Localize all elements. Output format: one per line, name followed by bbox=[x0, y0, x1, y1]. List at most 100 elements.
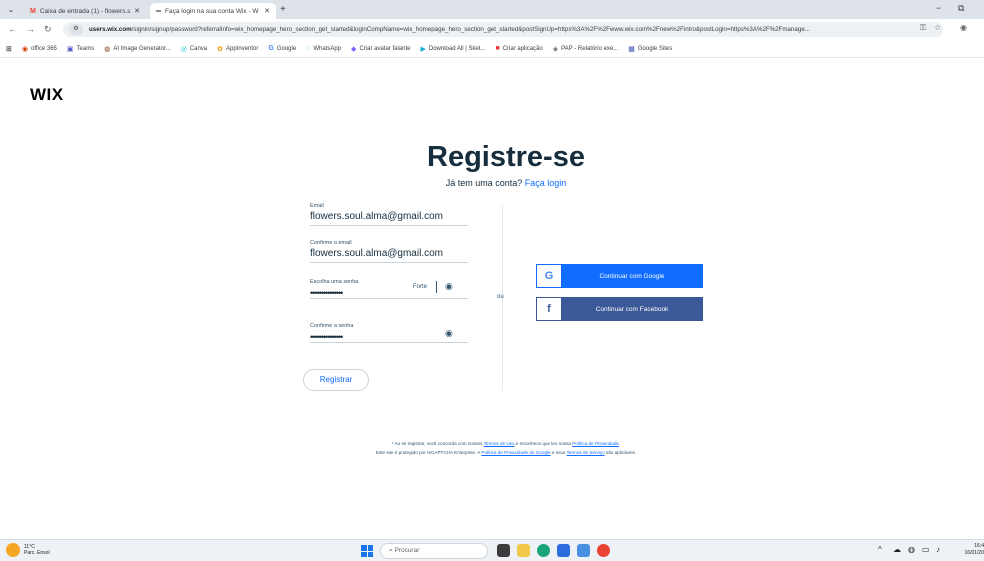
confirm-email-field[interactable]: Confirme o email flowers.soul.alma@gmail… bbox=[310, 240, 468, 263]
bookmarks-bar: ⊞ ◉ office 365 ▣ Teams ◍ AI Image Generator… bbox=[0, 40, 984, 58]
task-view-icon[interactable] bbox=[497, 544, 510, 557]
bookmark-whatsapp[interactable]: ◌ WhatsApp bbox=[306, 45, 341, 52]
canva-icon: ◎ bbox=[180, 45, 187, 53]
chrome-icon[interactable] bbox=[597, 544, 610, 557]
password-label: Escolha uma senha bbox=[310, 279, 359, 285]
apps-button[interactable]: ⊞ bbox=[6, 45, 12, 53]
address-bar[interactable]: ⚙ users.wix.com/signin/signup/password?r… bbox=[63, 22, 943, 37]
google-privacy-link[interactable]: Política de Privacidade do Google bbox=[481, 450, 550, 455]
google-icon: G bbox=[268, 45, 274, 52]
email-value: flowers.soul.alma@gmail.com bbox=[310, 211, 443, 222]
terms-notice: * Ao se registrar, você concorda com nos… bbox=[0, 441, 984, 446]
bookmark-criar-aplicacao[interactable]: ■ Criar aplicação bbox=[495, 45, 542, 52]
tab-title: Caixa de entrada (1) - flowers.s bbox=[39, 7, 131, 15]
restore-button[interactable]: ⧉ bbox=[958, 3, 964, 14]
tray-chevron-icon[interactable]: ^ bbox=[878, 545, 882, 554]
continue-with-facebook-button[interactable]: f Continuar com Facebook bbox=[536, 297, 703, 321]
register-button[interactable]: Registrar bbox=[303, 369, 369, 391]
bookmark-label: PAP - Relatório exe... bbox=[561, 45, 619, 52]
new-tab-button[interactable]: + bbox=[280, 4, 286, 16]
password-field[interactable]: Escolha uma senha ••••••••••••••• Forte … bbox=[310, 279, 468, 299]
edge-icon[interactable] bbox=[537, 544, 550, 557]
tab-search-menu-icon[interactable]: ⌄ bbox=[4, 4, 18, 16]
show-password-eye-icon[interactable]: ◉ bbox=[445, 281, 453, 292]
taskbar-search-placeholder: Procurar bbox=[394, 547, 420, 554]
password-strength: Forte bbox=[413, 284, 428, 290]
bookmark-office365[interactable]: ◉ office 365 bbox=[22, 45, 57, 53]
facebook-button-label: Continuar com Facebook bbox=[595, 305, 669, 313]
app-creator-icon: ■ bbox=[495, 45, 500, 52]
recaptcha-text: e seus bbox=[550, 450, 567, 455]
wix-logo[interactable]: WIX bbox=[30, 85, 64, 105]
bookmark-label: AppInventor bbox=[226, 45, 259, 52]
tab-wix[interactable]: ∞ Faça login na sua conta Wix - W ✕ bbox=[150, 3, 276, 19]
password-key-icon[interactable]: ⚿ bbox=[920, 23, 926, 33]
terms-text: . bbox=[618, 441, 621, 446]
url-path: /signin/signup/password?referralInfo=wix… bbox=[131, 26, 810, 33]
office-icon: ◉ bbox=[21, 45, 28, 53]
windows-start-icon[interactable] bbox=[361, 545, 373, 557]
bookmark-avatar[interactable]: ◆ Criar avatar falante bbox=[351, 45, 410, 53]
privacy-policy-link[interactable]: Política de Privacidade bbox=[572, 441, 619, 446]
confirm-password-field[interactable]: Confirme a senha ••••••••••••••• ◉ bbox=[310, 323, 468, 343]
bookmark-ai-image[interactable]: ◍ AI Image Generator... bbox=[104, 45, 170, 53]
confirm-password-value: ••••••••••••••• bbox=[310, 332, 343, 342]
profile-avatar-icon[interactable]: ◉ bbox=[960, 23, 967, 32]
bookmark-pap[interactable]: ◈ PAP - Relatório exe... bbox=[553, 45, 619, 53]
site-info-icon[interactable]: ⚙ bbox=[69, 24, 83, 35]
bookmark-google[interactable]: G Google bbox=[268, 45, 296, 52]
login-link[interactable]: Faça login bbox=[525, 178, 567, 188]
reload-icon[interactable]: ↻ bbox=[44, 23, 52, 35]
google-button-label: Continuar com Google bbox=[599, 272, 665, 280]
google-terms-link[interactable]: Termos de Serviço bbox=[567, 450, 605, 455]
clock-time: 16:4 bbox=[974, 543, 984, 549]
weather-sun-icon bbox=[6, 543, 20, 557]
tab-close-icon[interactable]: ✕ bbox=[134, 7, 140, 15]
weather-condition: Parc. Ensol bbox=[24, 550, 50, 556]
display-icon[interactable]: ▭ bbox=[922, 545, 930, 554]
bookmark-label: Google bbox=[276, 45, 297, 52]
wix-tab-icon: ∞ bbox=[156, 7, 161, 15]
mail-icon[interactable] bbox=[577, 544, 590, 557]
tab-title: Faça login na sua conta Wix - W bbox=[165, 7, 259, 15]
bookmark-sketchfab[interactable]: ▶ Download All | Sket... bbox=[420, 45, 485, 53]
globe-icon: ◈ bbox=[552, 45, 559, 53]
bookmark-label: AI Image Generator... bbox=[113, 45, 171, 52]
network-icon[interactable]: ◍ bbox=[908, 545, 915, 554]
field-divider bbox=[436, 281, 437, 293]
tab-gmail[interactable]: M Caixa de entrada (1) - flowers.s ✕ bbox=[24, 3, 146, 19]
tab-close-icon[interactable]: ✕ bbox=[264, 7, 270, 15]
login-prompt: Já tem uma conta? Faça login bbox=[0, 178, 984, 188]
continue-with-google-button[interactable]: G Continuar com Google bbox=[536, 264, 703, 288]
back-icon[interactable]: ← bbox=[8, 23, 17, 35]
avatar-tool-icon: ◆ bbox=[351, 45, 357, 53]
recaptcha-text: Este site é protegido por reCAPTCHA Ente… bbox=[375, 450, 482, 455]
browser-toolbar: ← → ↻ ⚙ users.wix.com/signin/signup/pass… bbox=[0, 19, 984, 40]
bookmark-star-icon[interactable]: ☆ bbox=[934, 23, 941, 32]
login-prompt-text: Já tem uma conta? bbox=[445, 178, 523, 188]
taskbar-search[interactable]: ⌕ Procurar bbox=[380, 543, 488, 559]
email-field[interactable]: Email flowers.soul.alma@gmail.com bbox=[310, 203, 468, 226]
file-explorer-icon[interactable] bbox=[517, 544, 530, 557]
bookmark-label: Download All | Sket... bbox=[428, 45, 486, 52]
download-icon: ▶ bbox=[420, 45, 426, 53]
confirm-email-value: flowers.soul.alma@gmail.com bbox=[310, 248, 443, 259]
terms-text: e reconhece que leu nossa bbox=[514, 441, 573, 446]
show-password-eye-icon[interactable]: ◉ bbox=[445, 328, 453, 339]
bookmark-canva[interactable]: ◎ Canva bbox=[181, 45, 207, 53]
tray-app-icon[interactable]: ☁ bbox=[893, 545, 901, 554]
minimize-button[interactable]: − bbox=[936, 3, 941, 13]
bookmark-teams[interactable]: ▣ Teams bbox=[67, 45, 94, 53]
clock[interactable]: 16:4 16/01/20 bbox=[954, 543, 984, 557]
forward-icon[interactable]: → bbox=[26, 23, 35, 35]
weather-widget[interactable]: 11°C Parc. Ensol bbox=[6, 543, 50, 557]
terms-of-use-link[interactable]: Termos de Uso bbox=[484, 441, 515, 446]
bookmark-appinventor[interactable]: ✿ AppInventor bbox=[217, 45, 258, 53]
store-icon[interactable] bbox=[557, 544, 570, 557]
bookmark-google-sites[interactable]: ▦ Google Sites bbox=[628, 45, 672, 53]
google-sites-icon: ▦ bbox=[628, 45, 635, 53]
bookmark-label: Criar avatar falante bbox=[359, 45, 411, 52]
whatsapp-icon: ◌ bbox=[306, 45, 311, 52]
teams-icon: ▣ bbox=[66, 45, 74, 53]
volume-icon[interactable]: ♪ bbox=[936, 545, 940, 554]
